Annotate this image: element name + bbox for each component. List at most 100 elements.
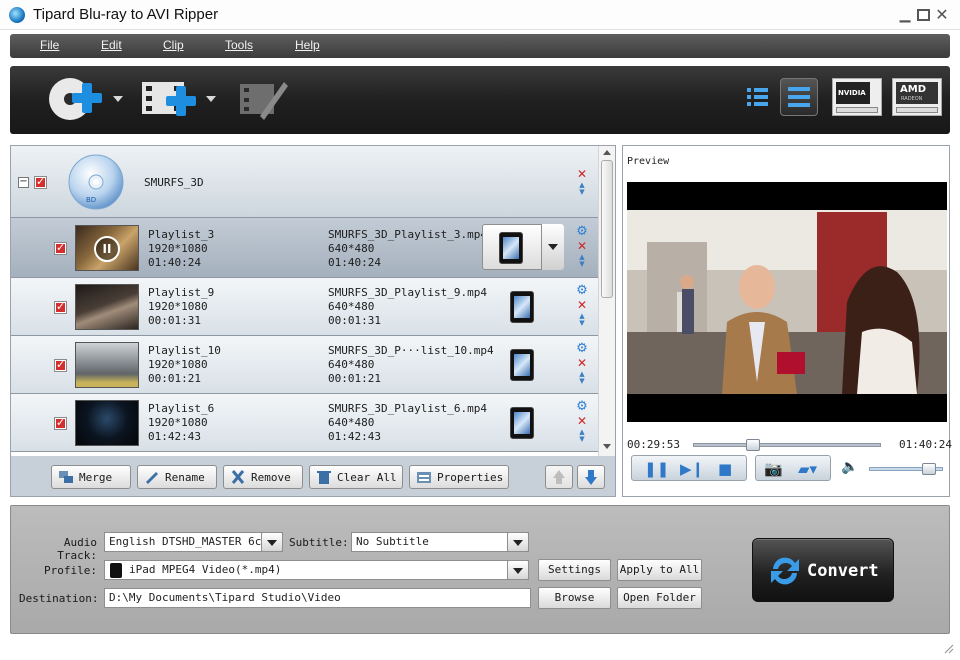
add-file-dropdown-icon[interactable] [206,96,216,102]
browse-button[interactable]: Browse [538,587,611,609]
menu-help[interactable]: Help [295,38,320,52]
video-thumbnail [75,400,139,446]
move-up-button[interactable] [545,465,573,489]
close-icon[interactable]: ✕ [934,7,950,23]
gear-icon[interactable]: ⚙ [575,225,589,238]
arrow-down-icon [585,477,597,485]
scroll-thumb[interactable] [601,160,613,298]
seek-thumb[interactable] [746,439,760,451]
volume-thumb[interactable] [922,463,936,475]
collapse-icon[interactable]: − [18,177,29,188]
subtitle-select[interactable]: No Subtitle [351,532,529,552]
nvidia-label: NVIDIA [838,89,866,97]
volume-slider[interactable] [869,463,943,475]
audio-track-value: English DTSHD_MASTER 6ch [109,535,268,548]
load-disc-icon[interactable] [46,75,108,125]
ipad-icon[interactable] [510,407,534,439]
load-disc-dropdown-icon[interactable] [113,96,123,102]
menu-file[interactable]: File [40,38,59,52]
delete-icon[interactable]: ✕ [575,357,589,369]
snapshot-folder-icon[interactable]: ▰▾ [798,461,817,477]
delete-icon[interactable]: ✕ [575,240,589,252]
amd-app-icon[interactable]: AMD RADEON [892,78,942,116]
delete-icon[interactable]: ✕ [575,168,589,180]
menu-edit[interactable]: Edit [101,38,122,52]
output-name: SMURFS_3D_Playlist_6.mp4 [328,402,487,415]
list-item[interactable]: Playlist_9 1920*1080 00:01:31 SMURFS_3D_… [11,278,598,336]
add-file-icon[interactable] [140,76,200,124]
camera-icon[interactable]: 📷 [764,461,783,477]
gear-icon[interactable]: ⚙ [575,342,589,355]
gear-icon[interactable]: ⚙ [575,284,589,297]
chevron-down-icon[interactable] [507,561,528,579]
volume-icon[interactable]: 🔈 [841,459,858,475]
minimize-icon[interactable]: ▁ [897,7,913,23]
audio-track-select[interactable]: English DTSHD_MASTER 6ch [104,532,283,552]
pause-icon[interactable]: II [94,236,120,262]
list-scrollbar[interactable] [598,146,615,456]
edit-video-icon[interactable] [236,76,290,124]
convert-button[interactable]: Convert [752,538,894,602]
list-item[interactable]: II Playlist_3 1920*1080 01:40:24 SMURFS_… [11,218,598,278]
settings-button[interactable]: Settings [538,559,611,581]
disc-row[interactable]: − BD SMURFS_3D ✕ ▲ ▼ [11,146,598,218]
properties-button[interactable]: Properties [409,465,509,489]
profile-select[interactable]: iPad MPEG4 Video(*.mp4) [104,560,529,580]
list-item[interactable]: Playlist_10 1920*1080 00:01:21 SMURFS_3D… [11,336,598,394]
gear-icon[interactable]: ⚙ [575,400,589,413]
scroll-down-icon[interactable] [603,444,611,449]
profile-label: Profile: [44,564,97,577]
move-down-button[interactable] [577,465,605,489]
menu-tools[interactable]: Tools [225,38,253,52]
ipad-icon[interactable] [510,349,534,381]
chevron-down-icon[interactable] [261,533,282,551]
rename-button[interactable]: Rename [137,465,217,489]
open-folder-button[interactable]: Open Folder [617,587,702,609]
remove-icon [231,470,245,484]
merge-button[interactable]: Merge [51,465,131,489]
item-checkbox[interactable] [54,416,67,430]
menu-bar: File Edit Clip Tools Help [10,34,950,58]
output-duration: 01:42:43 [328,430,381,443]
move-down-icon[interactable]: ▼ [575,378,589,385]
detail-view-icon[interactable] [780,78,818,116]
output-resolution: 640*480 [328,242,375,255]
maximize-icon[interactable] [917,9,930,21]
move-down-icon[interactable]: ▼ [575,320,589,327]
remove-button[interactable]: Remove [223,465,303,489]
item-checkbox[interactable] [54,300,67,314]
play-frame-icon[interactable]: ▶❙ [680,461,704,477]
destination-value: D:\My Documents\Tipard Studio\Video [109,591,341,604]
destination-input[interactable]: D:\My Documents\Tipard Studio\Video [104,588,531,608]
move-down-icon[interactable]: ▼ [575,436,589,443]
item-checkbox[interactable] [54,241,67,255]
list-view-icon[interactable] [746,86,770,108]
stop-icon[interactable]: ■ [718,461,732,477]
move-down-icon[interactable]: ▼ [575,189,589,196]
list-item[interactable]: Playlist_6 1920*1080 01:42:43 SMURFS_3D_… [11,394,598,452]
clear-all-button[interactable]: Clear All [309,465,403,489]
chevron-down-icon[interactable] [507,533,528,551]
amd-label: AMD [900,84,926,95]
output-duration: 00:01:31 [328,314,381,327]
preview-video[interactable] [627,182,947,422]
video-thumbnail [75,342,139,388]
disc-checkbox[interactable] [34,175,47,189]
apply-to-all-button[interactable]: Apply to All [617,559,702,581]
profile-selector[interactable] [482,224,564,270]
item-name: Playlist_9 [148,286,215,299]
properties-icon [417,472,431,483]
output-name: SMURFS_3D_P···list_10.mp4 [328,344,494,357]
scroll-up-icon[interactable] [603,150,611,155]
delete-icon[interactable]: ✕ [575,415,589,427]
ipad-icon[interactable] [510,291,534,323]
move-down-icon[interactable]: ▼ [575,261,589,268]
resize-grip-icon[interactable] [942,642,954,654]
seek-slider[interactable] [693,439,881,451]
item-checkbox[interactable] [54,358,67,372]
profile-dropdown-button[interactable] [541,224,564,270]
delete-icon[interactable]: ✕ [575,299,589,311]
nvidia-cuda-icon[interactable]: NVIDIA [832,78,882,116]
menu-clip[interactable]: Clip [163,38,184,52]
pause-icon[interactable]: ❚❚ [644,461,669,477]
